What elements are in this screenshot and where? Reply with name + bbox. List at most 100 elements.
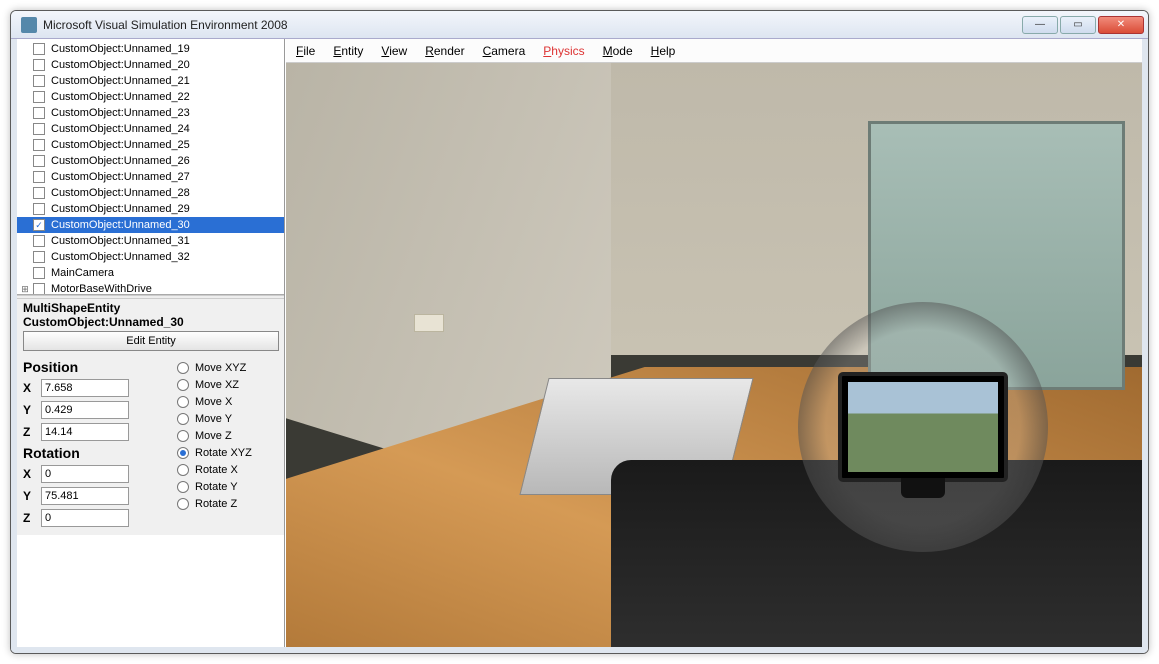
tree-item[interactable]: CustomObject:Unnamed_32 xyxy=(17,249,284,265)
tree-item[interactable]: CustomObject:Unnamed_27 xyxy=(17,169,284,185)
tree-checkbox[interactable] xyxy=(33,43,45,55)
mode-radio-row[interactable]: Rotate X xyxy=(177,461,280,478)
tree-item-label: CustomObject:Unnamed_28 xyxy=(51,187,190,199)
menu-help[interactable]: Help xyxy=(651,44,676,58)
pos-z-input[interactable] xyxy=(41,423,129,441)
tree-checkbox[interactable]: ✓ xyxy=(33,219,45,231)
radio-icon[interactable] xyxy=(177,464,189,476)
entity-name-label: CustomObject:Unnamed_30 xyxy=(23,315,280,329)
rot-z-input[interactable] xyxy=(41,509,129,527)
rotate-gizmo[interactable] xyxy=(798,302,1048,552)
3d-viewport[interactable] xyxy=(286,63,1142,647)
menu-entity[interactable]: Entity xyxy=(333,44,363,58)
radio-label: Move Y xyxy=(195,413,232,425)
radio-label: Rotate Y xyxy=(195,481,238,493)
rot-y-input[interactable] xyxy=(41,487,129,505)
tree-item[interactable]: CustomObject:Unnamed_24 xyxy=(17,121,284,137)
tree-checkbox[interactable] xyxy=(33,203,45,215)
mode-radio-row[interactable]: Rotate Y xyxy=(177,478,280,495)
tree-item[interactable]: ✓ CustomObject:Unnamed_30 xyxy=(17,217,284,233)
tree-item[interactable]: CustomObject:Unnamed_20 xyxy=(17,57,284,73)
tree-checkbox[interactable] xyxy=(33,235,45,247)
window-title: Microsoft Visual Simulation Environment … xyxy=(43,18,1022,32)
close-button[interactable]: ✕ xyxy=(1098,16,1144,34)
tree-checkbox[interactable] xyxy=(33,283,45,295)
menubar: File Entity View Render Camera Physics M… xyxy=(286,39,1142,63)
scene-tv-base xyxy=(901,478,945,498)
app-icon xyxy=(21,17,37,33)
tree-checkbox[interactable] xyxy=(33,59,45,71)
titlebar[interactable]: Microsoft Visual Simulation Environment … xyxy=(11,11,1148,39)
tree-item-label: CustomObject:Unnamed_19 xyxy=(51,43,190,55)
menu-file[interactable]: File xyxy=(296,44,315,58)
scene-lightswitch xyxy=(414,314,444,332)
radio-label: Move Z xyxy=(195,430,232,442)
pos-x-input[interactable] xyxy=(41,379,129,397)
edit-entity-button[interactable]: Edit Entity xyxy=(23,331,279,351)
tree-expander-icon[interactable]: ⊞ xyxy=(19,284,31,295)
tree-item-label: MainCamera xyxy=(51,267,114,279)
pos-y-input[interactable] xyxy=(41,401,129,419)
menu-view[interactable]: View xyxy=(381,44,407,58)
tree-item-label: CustomObject:Unnamed_30 xyxy=(51,219,190,231)
radio-label: Move XYZ xyxy=(195,362,246,374)
tree-checkbox[interactable] xyxy=(33,91,45,103)
radio-icon[interactable] xyxy=(177,430,189,442)
tree-item[interactable]: CustomObject:Unnamed_23 xyxy=(17,105,284,121)
tree-checkbox[interactable] xyxy=(33,171,45,183)
mode-radio-row[interactable]: Move Y xyxy=(177,410,280,427)
radio-icon[interactable] xyxy=(177,481,189,493)
menu-render[interactable]: Render xyxy=(425,44,464,58)
radio-icon[interactable] xyxy=(177,498,189,510)
scene-tv-screen xyxy=(848,382,998,472)
tree-item[interactable]: ⊞MotorBaseWithDrive xyxy=(17,281,284,295)
tree-item[interactable]: CustomObject:Unnamed_19 xyxy=(17,41,284,57)
tree-checkbox[interactable] xyxy=(33,107,45,119)
mode-radio-row[interactable]: Rotate Z xyxy=(177,495,280,512)
rot-x-input[interactable] xyxy=(41,465,129,483)
tree-item[interactable]: CustomObject:Unnamed_31 xyxy=(17,233,284,249)
tree-checkbox[interactable] xyxy=(33,139,45,151)
tree-item[interactable]: CustomObject:Unnamed_26 xyxy=(17,153,284,169)
properties-panel: MultiShapeEntity CustomObject:Unnamed_30… xyxy=(17,299,284,535)
tree-item-label: CustomObject:Unnamed_27 xyxy=(51,171,190,183)
entity-tree[interactable]: CustomObject:Unnamed_19 CustomObject:Unna… xyxy=(17,39,284,295)
radio-label: Move X xyxy=(195,396,232,408)
tree-item[interactable]: MainCamera xyxy=(17,265,284,281)
tree-checkbox[interactable] xyxy=(33,251,45,263)
mode-radio-row[interactable]: Move XZ xyxy=(177,376,280,393)
radio-icon[interactable] xyxy=(177,447,189,459)
tree-item[interactable]: CustomObject:Unnamed_29 xyxy=(17,201,284,217)
menu-mode[interactable]: Mode xyxy=(603,44,633,58)
entity-type-label: MultiShapeEntity xyxy=(23,301,280,315)
radio-icon[interactable] xyxy=(177,413,189,425)
tree-item[interactable]: CustomObject:Unnamed_25 xyxy=(17,137,284,153)
tree-item-label: CustomObject:Unnamed_21 xyxy=(51,75,190,87)
menu-physics[interactable]: Physics xyxy=(543,44,584,58)
maximize-button[interactable]: ▭ xyxy=(1060,16,1096,34)
tree-checkbox[interactable] xyxy=(33,123,45,135)
radio-label: Move XZ xyxy=(195,379,239,391)
minimize-button[interactable]: — xyxy=(1022,16,1058,34)
menu-camera[interactable]: Camera xyxy=(483,44,526,58)
mode-radio-row[interactable]: Move XYZ xyxy=(177,359,280,376)
radio-icon[interactable] xyxy=(177,396,189,408)
tree-checkbox[interactable] xyxy=(33,155,45,167)
tree-item-label: CustomObject:Unnamed_25 xyxy=(51,139,190,151)
tree-item[interactable]: CustomObject:Unnamed_28 xyxy=(17,185,284,201)
radio-icon[interactable] xyxy=(177,362,189,374)
mode-radio-row[interactable]: Move X xyxy=(177,393,280,410)
tree-checkbox[interactable] xyxy=(33,187,45,199)
left-panel: CustomObject:Unnamed_19 CustomObject:Unna… xyxy=(17,39,285,647)
mode-radio-row[interactable]: Rotate XYZ xyxy=(177,444,280,461)
tree-checkbox[interactable] xyxy=(33,75,45,87)
tree-item-label: CustomObject:Unnamed_29 xyxy=(51,203,190,215)
radio-icon[interactable] xyxy=(177,379,189,391)
pos-z-label: Z xyxy=(23,425,37,439)
mode-radio-row[interactable]: Move Z xyxy=(177,427,280,444)
right-panel: File Entity View Render Camera Physics M… xyxy=(285,39,1142,647)
tree-item[interactable]: CustomObject:Unnamed_22 xyxy=(17,89,284,105)
tree-item[interactable]: CustomObject:Unnamed_21 xyxy=(17,73,284,89)
tree-checkbox[interactable] xyxy=(33,267,45,279)
tree-item-label: CustomObject:Unnamed_31 xyxy=(51,235,190,247)
